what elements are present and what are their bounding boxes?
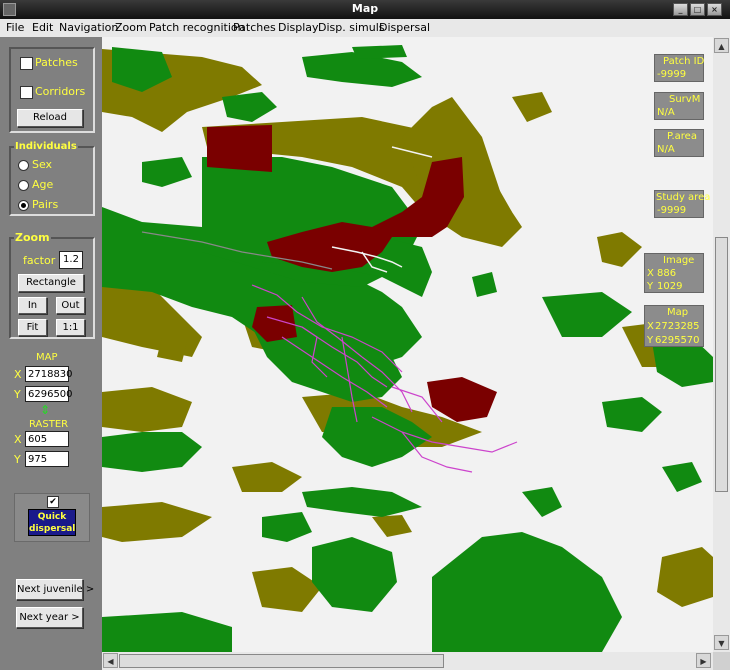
corridors-checkbox[interactable] [20,86,33,99]
map-y-input[interactable]: 6296500 [25,386,73,402]
raster-coords-title: RASTER [29,419,69,430]
study-area-value: -9999 [657,205,687,216]
menu-patches[interactable]: Patches [233,21,276,34]
layers-group: Patches Corridors Reload [9,47,95,133]
resize-grip[interactable] [713,652,730,670]
scroll-right-icon[interactable]: ▶ [696,653,711,668]
zoom-factor-label: factor [23,254,56,267]
horizontal-scroll-thumb[interactable] [119,654,444,668]
next-juvenile-button[interactable]: Next juvenile > [16,579,94,600]
map-x-label: X [14,368,22,381]
sex-radio[interactable] [18,160,29,171]
quick-dispersal-checkbox[interactable]: ✔ [47,496,59,508]
patches-label: Patches [35,56,78,69]
scroll-up-icon[interactable]: ▲ [714,38,729,53]
survm-box: SurvM N/A [654,92,704,120]
raster-y-input[interactable]: 975 [25,451,69,467]
image-x-label: X [647,268,654,279]
study-area-title: Study area [656,192,711,203]
map-box-title: Map [667,307,689,318]
map-y-label: Y [14,388,21,401]
zoom-title: Zoom [14,231,51,244]
scroll-left-icon[interactable]: ◀ [103,653,118,668]
menu-dispersal[interactable]: Dispersal [379,21,430,34]
image-x-value: 886 [657,268,677,279]
swap-coords-icon[interactable]: ⇕ [40,403,50,417]
menu-disp-simuls[interactable]: Disp. simuls [318,21,385,34]
survm-value: N/A [657,107,675,118]
land-cover-map[interactable] [102,37,713,652]
title-bar[interactable]: Map _ □ × [0,0,730,19]
parea-title: P.area [667,131,697,142]
age-label: Age [32,178,54,191]
menu-zoom[interactable]: Zoom [115,21,147,34]
image-coords-box: Image X 886 Y 1029 [644,253,704,293]
image-y-label: Y [647,281,654,292]
patches-checkbox[interactable] [20,57,33,70]
image-coords-title: Image [663,255,695,266]
map-box-y-label: Y [647,335,654,346]
map-canvas[interactable]: Patch ID -9999 SurvM N/A P.area N/A Stud… [102,37,713,652]
sex-label: Sex [32,158,53,171]
zoom-fit-button[interactable]: Fit [18,319,47,336]
horizontal-scrollbar[interactable]: ◀ ▶ [102,652,713,670]
corridors-label: Corridors [35,85,86,98]
menu-display[interactable]: Display [278,21,319,34]
quick-dispersal-button[interactable]: Quick dispersal [28,509,76,536]
map-coords-box: Map X 2723285 Y 6295570 [644,305,704,347]
vertical-scrollbar[interactable]: ▲ ▼ [713,37,730,652]
reload-button[interactable]: Reload [17,109,83,127]
study-area-box: Study area -9999 [654,190,710,218]
quick-dispersal-line1: Quick [37,512,67,522]
parea-value: N/A [657,144,675,155]
close-button[interactable]: × [707,3,722,16]
image-y-value: 1029 [657,281,683,292]
raster-y-label: Y [14,453,21,466]
individuals-group: Sex Age Pairs [9,146,95,216]
patch-id-title: Patch ID [663,56,705,67]
zoom-1to1-button[interactable]: 1:1 [56,319,85,336]
age-radio[interactable] [18,180,29,191]
raster-x-input[interactable]: 605 [25,431,69,447]
individuals-title: Individuals [14,141,78,152]
map-box-x-value: 2723285 [655,321,700,332]
map-box-y-value: 6295570 [655,335,700,346]
pairs-label: Pairs [32,198,59,211]
quick-dispersal-line2: dispersal [29,524,76,534]
vertical-scroll-thumb[interactable] [715,237,728,492]
zoom-group: factor 1.2 Rectangle In Out Fit 1:1 [9,237,95,339]
control-panel: Patches Corridors Reload Sex Age Pairs I… [0,37,102,670]
maximize-button[interactable]: □ [690,3,705,16]
map-coords-title: MAP [36,352,58,363]
quick-dispersal-panel: ✔ Quick dispersal [14,493,90,542]
map-box-x-label: X [647,321,654,332]
patch-id-value: -9999 [657,69,687,80]
menu-bar: File Edit Navigation Zoom Patch recognit… [0,19,730,38]
zoom-in-button[interactable]: In [18,297,47,314]
parea-box: P.area N/A [654,129,704,157]
patch-id-box: Patch ID -9999 [654,54,704,82]
rectangle-button[interactable]: Rectangle [18,274,84,292]
pairs-radio[interactable] [18,200,29,211]
menu-edit[interactable]: Edit [32,21,53,34]
zoom-factor-input[interactable]: 1.2 [59,251,83,269]
scroll-down-icon[interactable]: ▼ [714,635,729,650]
menu-file[interactable]: File [6,21,24,34]
window-title: Map [351,2,379,15]
menu-patch-recognition[interactable]: Patch recognition [149,21,245,34]
map-window: Map _ □ × File Edit Navigation Zoom Patc… [0,0,730,670]
survm-title: SurvM [669,94,701,105]
map-x-input[interactable]: 2718830 [25,366,73,382]
menu-navigation[interactable]: Navigation [59,21,118,34]
zoom-out-button[interactable]: Out [56,297,85,314]
minimize-button[interactable]: _ [673,3,688,16]
raster-x-label: X [14,433,22,446]
next-year-button[interactable]: Next year > [16,607,83,628]
